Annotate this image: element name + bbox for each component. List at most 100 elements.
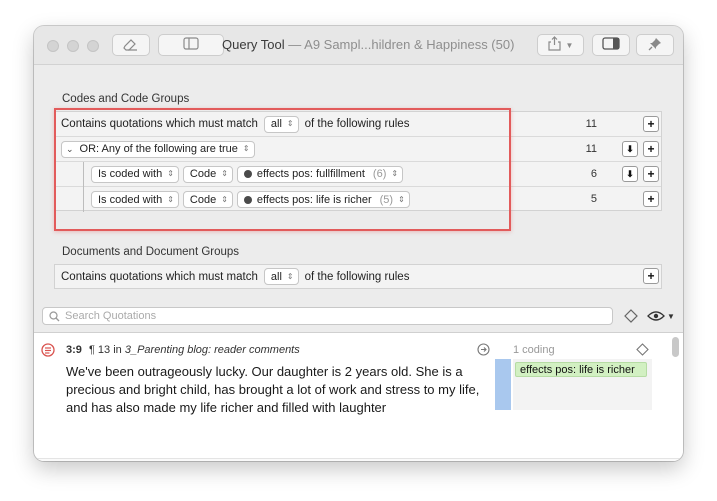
quotation-item[interactable]: 3:9 ¶ 13 in 3_Parenting blog: reader com… <box>34 333 666 443</box>
updown-icon: ⇕ <box>221 169 228 178</box>
results-scrollbar[interactable] <box>672 337 679 357</box>
close-window-button[interactable] <box>47 40 59 52</box>
diamond-filter-icon[interactable] <box>623 308 639 324</box>
updown-icon: ⇕ <box>221 194 228 204</box>
search-icon <box>49 310 60 322</box>
or-group-rule: ⌄ OR: Any of the following are true ⇕ 11… <box>55 137 661 162</box>
doc-match-mode-value: all <box>270 270 282 283</box>
eraser-button[interactable] <box>112 34 150 56</box>
eye-icon <box>647 310 665 322</box>
rule-2-type-select[interactable]: Code ⇕ <box>182 191 233 208</box>
quotation-results: 3:9 ¶ 13 in 3_Parenting blog: reader com… <box>34 332 683 461</box>
inspector-toggle-button[interactable] <box>592 34 630 56</box>
code-rule-1: Is coded with ⇕ Code ⇕ effects pos: fullfi… <box>55 162 661 187</box>
minimize-window-button[interactable] <box>67 40 79 52</box>
quotation-source: 3_Parenting blog: reader comments <box>124 344 300 356</box>
rule-2-code-select[interactable]: effects pos: life is richer (5) ⇕ <box>236 191 410 208</box>
match-mode-value: all <box>270 118 282 130</box>
add-or-rule-button[interactable]: + <box>643 141 659 157</box>
documents-root-rule: Contains quotations which must match all… <box>55 265 661 288</box>
zoom-window-button[interactable] <box>87 40 99 52</box>
rule-1-code-count: (6) <box>372 168 387 180</box>
doc-rule-prefix: Contains quotations which must match <box>61 270 258 283</box>
updown-icon: ⇕ <box>242 144 250 153</box>
root-rule-count: 11 <box>585 118 597 130</box>
doc-rule-suffix: of the following rules <box>304 270 410 283</box>
codes-root-rule: Contains quotations which must match all… <box>55 112 661 137</box>
diamond-icon[interactable] <box>636 343 649 359</box>
rule-1-count: 6 <box>590 168 597 180</box>
search-placeholder: Search Quotations <box>65 310 157 322</box>
tree-connector <box>83 187 86 212</box>
add-document-rule-button[interactable]: + <box>643 268 659 284</box>
query-tool-window: Query Tool — A9 Sampl...hildren & Happin… <box>34 26 683 461</box>
plus-icon: + <box>647 192 655 206</box>
code-rule-2: Is coded with ⇕ Code ⇕ effects pos: life i… <box>55 187 661 212</box>
add-after-rule-1-button[interactable]: + <box>643 166 659 182</box>
chevron-down-icon: ▼ <box>565 40 574 50</box>
download-icon: ⬇ <box>626 169 634 179</box>
code-color-dot <box>243 170 252 178</box>
updown-icon: ⇕ <box>286 119 294 128</box>
quotation-header: 3:9 ¶ 13 in 3_Parenting blog: reader com… <box>66 344 300 356</box>
export-rule-1-button[interactable]: ⬇ <box>622 166 638 182</box>
rule-2-field: Is coded with <box>98 193 163 206</box>
tree-connector <box>83 162 86 187</box>
codes-section-label: Codes and Code Groups <box>62 93 190 105</box>
rule-2-field-select[interactable]: Is coded with ⇕ <box>91 191 179 208</box>
chevron-down-icon: ▼ <box>667 311 675 321</box>
rule-1-field: Is coded with <box>98 168 163 180</box>
rule-1-type: Code <box>189 168 217 180</box>
code-color-dot <box>243 195 252 204</box>
codes-rules-panel: Contains quotations which must match all… <box>54 111 662 212</box>
window-title-sub: — A9 Sampl...hildren & Happiness (50) <box>284 37 515 52</box>
code-tag[interactable]: effects pos: life is richer <box>515 362 647 377</box>
next-item-peek <box>34 458 683 461</box>
root-rule-suffix: of the following rules <box>304 118 410 130</box>
pin-icon <box>648 37 662 54</box>
rule-2-code-count: (5) <box>379 193 394 206</box>
coding-count: 1 coding <box>513 344 555 356</box>
sidebar-icon <box>183 37 199 53</box>
updown-icon: ⇕ <box>286 271 294 281</box>
plus-icon: + <box>647 142 655 156</box>
doc-match-mode-select[interactable]: all ⇕ <box>263 268 299 285</box>
match-mode-select[interactable]: all ⇕ <box>263 115 299 133</box>
share-icon <box>547 36 561 54</box>
add-after-rule-2-button[interactable]: + <box>643 191 659 207</box>
eraser-icon <box>123 37 139 54</box>
rule-2-type: Code <box>189 193 217 206</box>
rule-1-code-select[interactable]: effects pos: fullfillment (6) ⇕ <box>236 165 404 183</box>
window-title-main: Query Tool <box>222 37 285 52</box>
add-rule-button[interactable]: + <box>643 116 659 132</box>
inspector-icon <box>602 37 620 53</box>
updown-icon: ⇕ <box>167 194 174 204</box>
window-title: Query Tool — A9 Sampl...hildren & Happin… <box>222 37 522 52</box>
or-group-select[interactable]: ⌄ OR: Any of the following are true ⇕ <box>61 140 255 158</box>
quotation-id: 3:9 <box>66 344 82 356</box>
export-or-group-button[interactable]: ⬇ <box>622 141 638 157</box>
or-group-count: 11 <box>585 143 597 155</box>
view-options-button[interactable]: ▼ <box>647 307 679 325</box>
share-button[interactable]: ▼ <box>537 34 584 56</box>
title-bar: Query Tool — A9 Sampl...hildren & Happin… <box>34 26 683 65</box>
plus-icon: + <box>647 269 655 283</box>
coding-bar <box>495 359 511 410</box>
search-quotations-field[interactable]: Search Quotations <box>42 307 613 325</box>
rule-1-field-select[interactable]: Is coded with ⇕ <box>91 165 179 183</box>
updown-icon: ⇕ <box>167 169 174 178</box>
plus-icon: + <box>647 117 655 131</box>
documents-section-label: Documents and Document Groups <box>62 246 240 258</box>
root-rule-prefix: Contains quotations which must match <box>61 118 258 130</box>
rule-2-count: 5 <box>590 193 597 205</box>
documents-rules-panel: Contains quotations which must match all… <box>54 264 662 289</box>
go-to-quotation-icon[interactable] <box>477 343 490 359</box>
pin-button[interactable] <box>636 34 674 56</box>
quotation-para: ¶ 13 in <box>88 344 122 356</box>
sidebar-toggle-button[interactable] <box>158 34 224 56</box>
quotation-icon <box>41 343 55 360</box>
updown-icon: ⇕ <box>398 194 405 204</box>
rule-1-type-select[interactable]: Code ⇕ <box>182 165 233 183</box>
download-icon: ⬇ <box>626 144 634 154</box>
or-group-label: OR: Any of the following are true <box>79 143 238 155</box>
